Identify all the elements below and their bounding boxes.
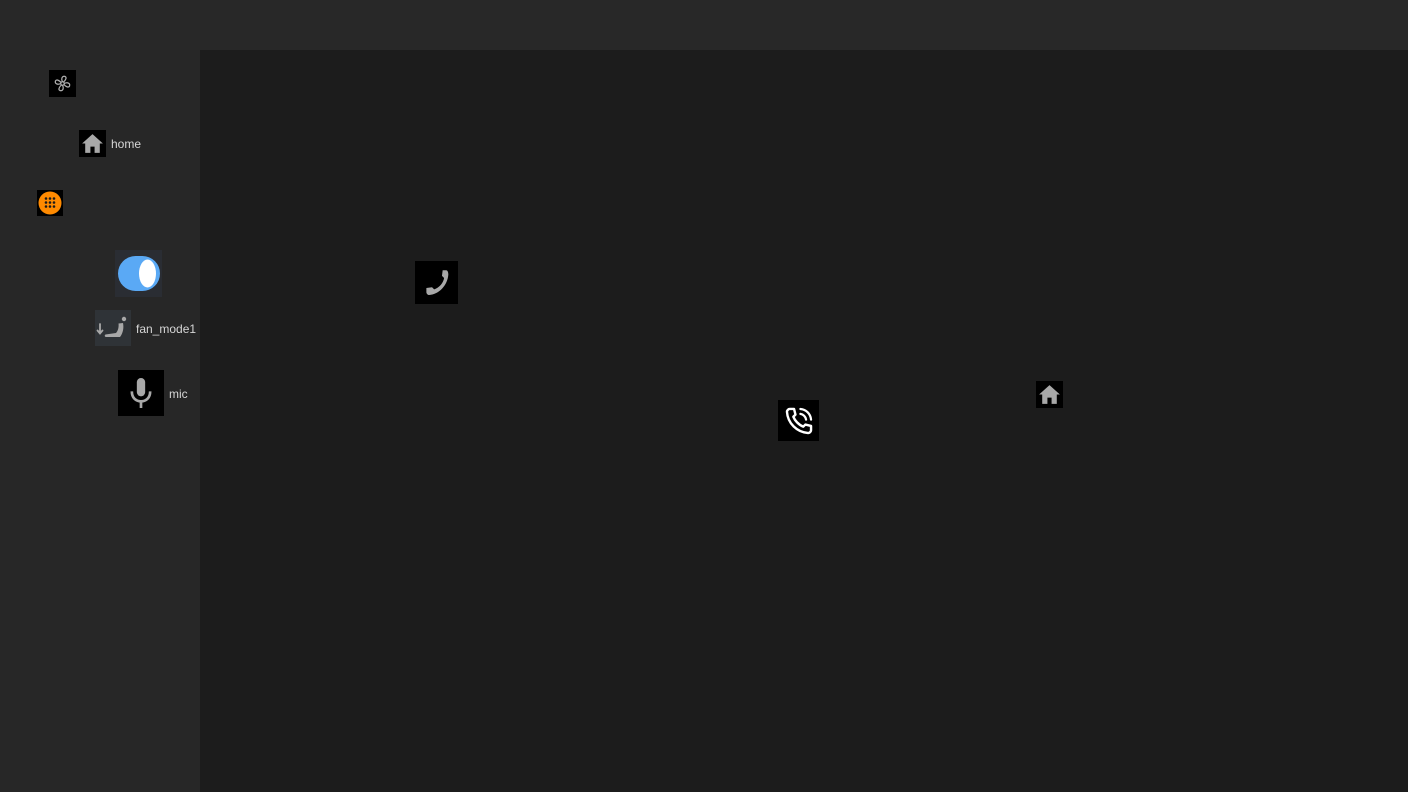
sidebar xyxy=(0,50,200,792)
mic-icon xyxy=(130,378,152,408)
sidebar-item-label: fan_mode1 xyxy=(136,322,197,336)
fan-icon xyxy=(54,75,71,92)
home-icon xyxy=(82,134,103,153)
dialpad-icon xyxy=(38,191,62,215)
sidebar-item-fan[interactable] xyxy=(49,70,76,97)
home-icon xyxy=(1039,385,1060,404)
fan-mode-seat-icon xyxy=(96,316,127,337)
top-bar xyxy=(0,0,1408,50)
sidebar-item-home[interactable] xyxy=(79,130,106,157)
phone-in-talk-icon xyxy=(785,407,812,434)
phone-button[interactable] xyxy=(415,261,458,304)
home-button[interactable] xyxy=(1036,381,1063,408)
phone-icon xyxy=(425,269,448,295)
sidebar-item-label: home xyxy=(111,137,142,151)
sidebar-item-dialpad[interactable] xyxy=(37,190,63,216)
sidebar-item-fan-mode1[interactable] xyxy=(95,310,131,346)
sidebar-item-label: mic xyxy=(169,387,188,401)
phone-in-talk-button[interactable] xyxy=(778,400,819,441)
sidebar-item-mic[interactable] xyxy=(118,370,164,416)
sidebar-item-toggle[interactable] xyxy=(115,250,162,297)
toggle-switch-icon xyxy=(118,256,160,291)
